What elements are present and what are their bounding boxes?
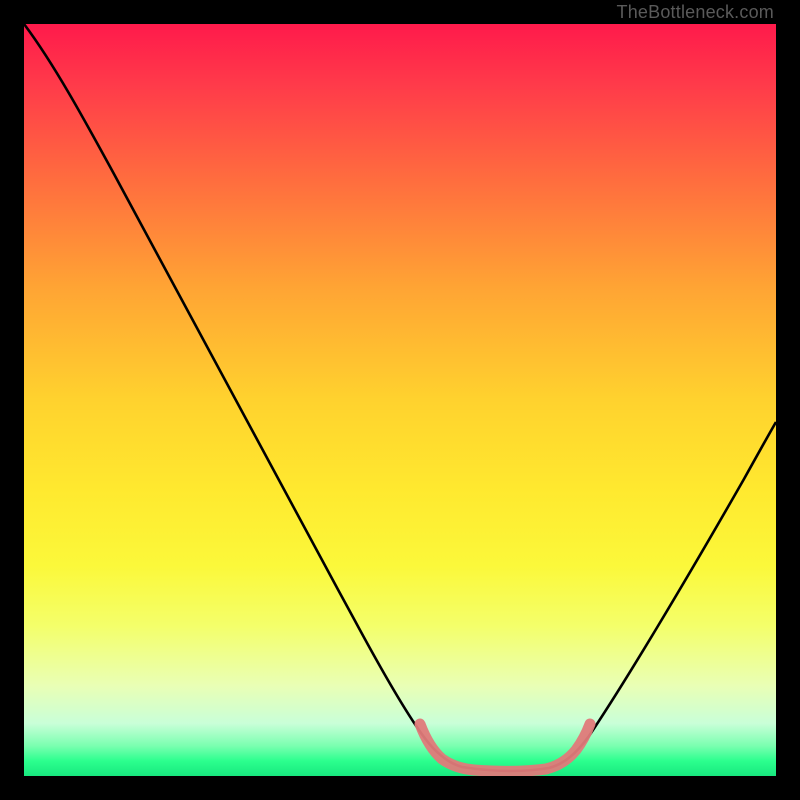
optimum-range-marker [420, 724, 590, 771]
plot-area [24, 24, 776, 776]
chart-frame: TheBottleneck.com [0, 0, 800, 800]
bottleneck-curve-path [24, 24, 776, 771]
bottleneck-curve-svg [24, 24, 776, 776]
watermark-text: TheBottleneck.com [617, 2, 774, 23]
